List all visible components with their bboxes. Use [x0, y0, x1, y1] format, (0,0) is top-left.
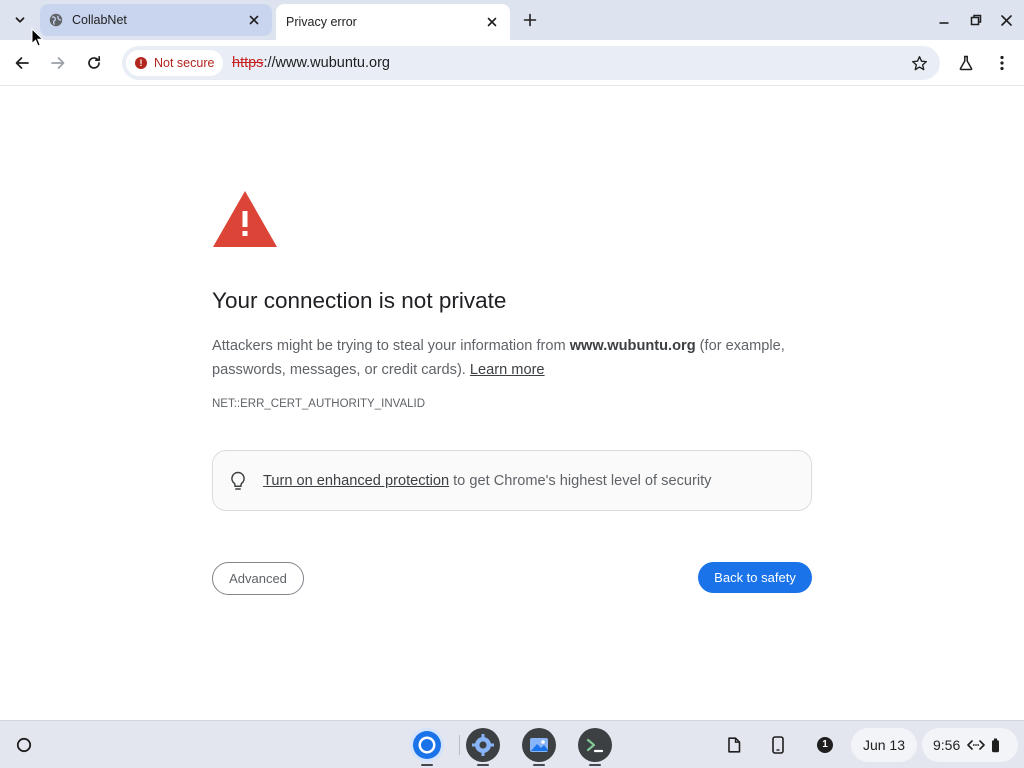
reload-icon [88, 55, 101, 69]
address-bar[interactable]: ! Not secure https://www.wubuntu.org [122, 46, 940, 80]
back-button[interactable] [8, 49, 36, 77]
tab-title: Privacy error [286, 15, 357, 29]
minimize-button[interactable] [932, 8, 956, 32]
settings-app[interactable] [466, 728, 500, 762]
tab-strip: CollabNet Privacy error [0, 0, 1024, 40]
status-tray[interactable]: 9:56 [922, 728, 1018, 762]
reload-button[interactable] [80, 49, 108, 77]
gallery-icon [530, 738, 548, 752]
shelf-divider [459, 735, 460, 755]
url-host: ://www.wubuntu.org [263, 55, 390, 71]
security-chip-label: Not secure [154, 56, 215, 70]
date-label: Jun 13 [862, 737, 906, 753]
url-text[interactable]: https://www.wubuntu.org [232, 55, 390, 71]
time-label: 9:56 [933, 737, 961, 753]
security-chip[interactable]: ! Not secure [126, 50, 224, 76]
date-tray[interactable]: Jun 13 [851, 728, 917, 762]
lightbulb-icon [228, 470, 248, 492]
menu-button[interactable] [988, 49, 1016, 77]
error-code: NET::ERR_CERT_AUTHORITY_INVALID [212, 398, 426, 410]
launcher-button[interactable] [12, 733, 36, 757]
advanced-button[interactable]: Advanced [212, 562, 304, 595]
gallery-app[interactable] [522, 728, 556, 762]
warning-triangle-icon [212, 190, 278, 253]
settings-icon [472, 734, 494, 756]
tab-collabnet[interactable]: CollabNet [40, 4, 272, 36]
chrome-app[interactable] [410, 728, 444, 762]
close-icon [487, 17, 497, 27]
enhanced-protection-box: Turn on enhanced protection to get Chrom… [212, 450, 812, 511]
terminal-icon [586, 738, 604, 753]
terminal-app[interactable] [578, 728, 612, 762]
back-to-safety-button[interactable]: Back to safety [698, 562, 812, 593]
more-vertical-icon [1000, 55, 1004, 71]
page-title: Your connection is not private [212, 288, 507, 313]
mouse-cursor-icon [31, 28, 44, 47]
labs-button[interactable] [952, 49, 980, 77]
learn-more-link[interactable]: Learn more [470, 362, 545, 378]
tab-title: CollabNet [72, 13, 127, 27]
arrow-right-icon [51, 57, 65, 69]
globe-icon [49, 13, 63, 27]
battery-icon [992, 738, 1000, 752]
tab-close-button[interactable] [244, 10, 264, 30]
browser-toolbar: ! Not secure https://www.wubuntu.org [0, 40, 1024, 86]
tab-privacy-error[interactable]: Privacy error [276, 4, 510, 40]
error-description: Attackers might be trying to steal your … [212, 334, 812, 382]
restore-button[interactable] [964, 8, 988, 32]
enhanced-protection-link[interactable]: Turn on enhanced protection [263, 473, 449, 489]
desc-text: Attackers might be trying to steal your … [212, 338, 570, 354]
restore-icon [970, 14, 982, 26]
notification-count: 1 [817, 737, 833, 753]
flask-icon [959, 55, 973, 71]
launcher-icon [16, 737, 32, 753]
shelf: 1 Jun 13 9:56 [0, 720, 1024, 768]
protection-rest: to get Chrome's highest level of securit… [449, 472, 712, 489]
new-tab-button[interactable] [518, 8, 542, 32]
holding-space-button[interactable] [722, 733, 746, 757]
running-indicator [477, 764, 489, 766]
arrow-left-icon [15, 57, 29, 69]
running-indicator [421, 764, 433, 766]
chrome-icon [413, 731, 441, 759]
notification-button[interactable]: 1 [813, 733, 837, 757]
url-scheme: https [232, 55, 264, 71]
file-icon [728, 737, 741, 753]
close-icon [1000, 14, 1012, 26]
star-icon [911, 55, 927, 70]
desc-domain: www.wubuntu.org [569, 338, 696, 354]
minimize-icon [939, 22, 949, 24]
close-window-button[interactable] [994, 8, 1018, 32]
tab-search-button[interactable] [6, 6, 34, 34]
tab-close-button[interactable] [482, 12, 502, 32]
forward-button[interactable] [44, 49, 72, 77]
plus-icon [523, 13, 537, 27]
warning-icon: ! [135, 57, 147, 69]
running-indicator [589, 764, 601, 766]
bookmark-button[interactable] [908, 52, 930, 74]
phone-hub-button[interactable] [766, 733, 790, 757]
protection-text: Turn on enhanced protection to get Chrom… [263, 473, 711, 489]
phone-icon [772, 736, 784, 754]
close-icon [249, 15, 259, 25]
network-icon [967, 740, 986, 750]
chevron-down-icon [15, 17, 25, 23]
running-indicator [533, 764, 545, 766]
